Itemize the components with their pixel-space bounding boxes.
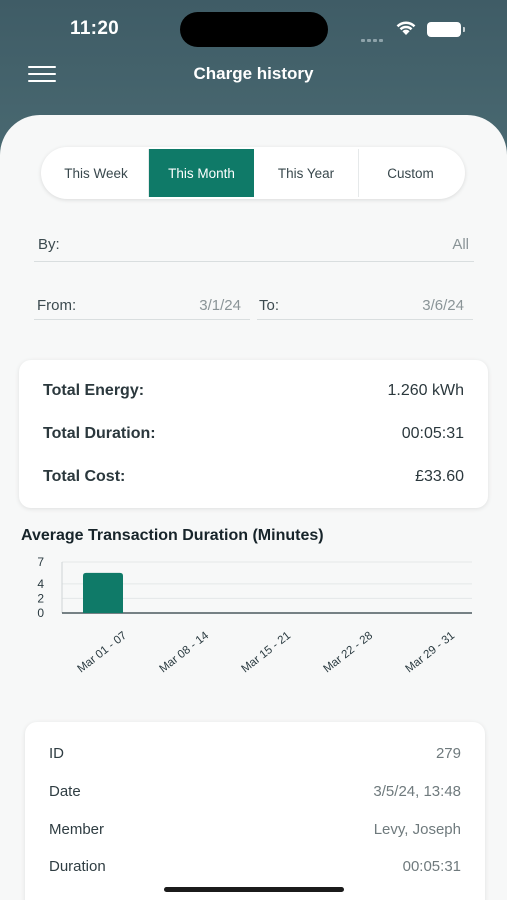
battery-icon — [427, 22, 465, 37]
cellular-signal-icon — [361, 29, 385, 47]
wifi-icon — [396, 21, 416, 35]
y-tick-label: 2 — [37, 591, 44, 605]
total-cost-value: £33.60 — [415, 468, 464, 485]
from-date-field[interactable]: 3/1/24 — [199, 297, 241, 314]
chart-bar — [83, 572, 123, 613]
transaction-duration-label: Duration — [49, 858, 106, 875]
transaction-id-value: 279 — [435, 745, 461, 762]
tab-this-month[interactable]: This Month — [149, 149, 254, 197]
home-indicator — [164, 887, 344, 892]
x-tick-label: Mar 22 - 28 — [321, 630, 375, 676]
x-tick-label: Mar 01 - 07 — [75, 630, 129, 676]
period-segmented-control: This Week This Month This Year Custom — [41, 147, 465, 199]
y-tick-label: 4 — [37, 577, 44, 591]
duration-bar-chart: 024 7 Mar 01 - 07 Mar 08 - 14 Mar 15 - 21 Mar… — [37, 555, 472, 676]
transaction-date-value: 3/5/24, 13:48 — [373, 783, 461, 800]
transaction-card[interactable]: ID 279 Date 3/5/24, 13:48 Member Levy, J… — [25, 722, 485, 900]
y-tick-label: 0 — [37, 606, 44, 620]
by-select[interactable]: All — [452, 236, 469, 253]
dynamic-island — [180, 12, 328, 47]
by-divider — [34, 261, 474, 262]
from-divider — [34, 319, 250, 320]
total-energy-label: Total Energy: — [43, 382, 145, 399]
tab-this-year[interactable]: This Year — [254, 149, 359, 197]
by-label: By: — [38, 236, 60, 253]
total-cost-label: Total Cost: — [43, 468, 126, 485]
x-tick-label: Mar 29 - 31 — [403, 630, 457, 676]
y-tick-label: 7 — [37, 555, 44, 569]
page-title: Charge history — [193, 64, 314, 83]
status-bar: 11:20 — [0, 0, 507, 56]
total-duration-label: Total Duration: — [43, 425, 156, 442]
transaction-duration-value: 00:05:31 — [402, 858, 461, 875]
from-label: From: — [37, 297, 77, 314]
total-energy-value: 1.260 kWh — [387, 382, 464, 399]
tab-this-week[interactable]: This Week — [44, 149, 149, 197]
tab-custom[interactable]: Custom — [359, 149, 462, 197]
totals-card: Total Energy: 1.260 kWh Total Duration: … — [19, 360, 488, 508]
to-date-field[interactable]: 3/6/24 — [422, 297, 464, 314]
to-divider — [257, 319, 473, 320]
x-tick-label: Mar 08 - 14 — [157, 629, 211, 675]
chart-title: Average Transaction Duration (Minutes) — [21, 527, 324, 544]
transaction-member-value: Levy, Joseph — [373, 821, 461, 838]
to-label: To: — [259, 297, 280, 314]
total-duration-value: 00:05:31 — [401, 425, 464, 442]
transaction-date-label: Date — [49, 783, 81, 800]
transaction-id-label: ID — [49, 745, 64, 762]
x-tick-label: Mar 15 - 21 — [239, 630, 293, 676]
transaction-member-label: Member — [49, 821, 105, 838]
status-time: 11:20 — [70, 18, 120, 39]
